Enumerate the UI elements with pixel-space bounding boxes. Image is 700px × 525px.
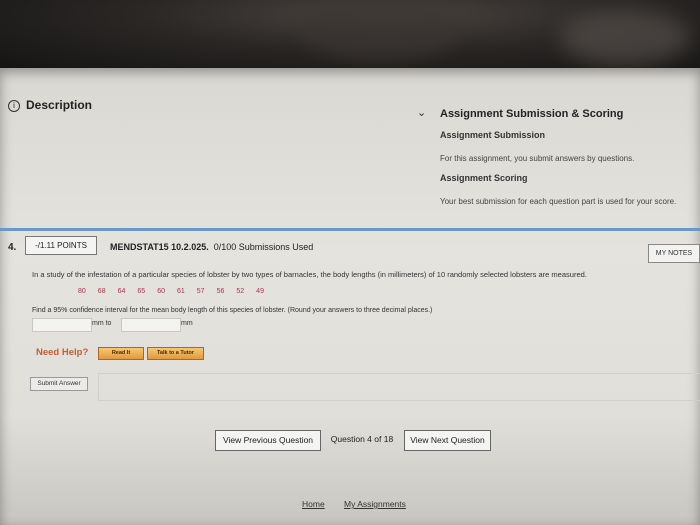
data-value: 61 — [176, 288, 185, 295]
data-value: 57 — [196, 288, 205, 295]
question-code: MENDSTAT15 10.2.025. — [110, 242, 209, 252]
question-number: 4. — [8, 242, 17, 253]
scoring-title: Assignment Submission & Scoring — [440, 108, 624, 120]
photo-blur — [560, 10, 690, 65]
question-divider — [0, 228, 700, 231]
unit-mm-label: mm — [181, 320, 193, 327]
description-toggle[interactable]: i Description — [8, 98, 92, 112]
info-circle-icon: i — [8, 99, 20, 112]
home-link[interactable]: Home — [302, 499, 325, 509]
lower-bound-input[interactable] — [32, 318, 92, 332]
read-it-button[interactable]: Read It — [98, 347, 144, 360]
submission-text: For this assignment, you submit answers … — [440, 154, 635, 163]
my-assignments-link[interactable]: My Assignments — [344, 499, 406, 509]
chevron-down-icon[interactable]: ⌄ — [417, 106, 426, 119]
question-header: MENDSTAT15 10.2.025. 0/100 Submissions U… — [110, 242, 313, 252]
submission-area — [98, 373, 700, 401]
my-notes-button[interactable]: MY NOTES — [648, 244, 700, 263]
upper-bound-input[interactable] — [121, 318, 181, 332]
submission-heading: Assignment Submission — [440, 130, 546, 140]
unit-to-label: mm to — [92, 320, 112, 327]
view-previous-question-button[interactable]: View Previous Question — [215, 430, 321, 451]
data-values: 80 68 64 65 60 61 57 56 52 49 — [78, 288, 276, 295]
data-value: 49 — [256, 288, 264, 295]
points-badge: -/1.11 POINTS — [25, 236, 97, 255]
data-value: 64 — [117, 288, 126, 295]
data-value: 60 — [157, 288, 165, 295]
talk-to-tutor-button[interactable]: Talk to a Tutor — [147, 347, 204, 360]
scoring-heading: Assignment Scoring — [440, 173, 528, 183]
view-next-question-button[interactable]: View Next Question — [404, 430, 491, 451]
need-help-label: Need Help? — [36, 347, 89, 358]
scoring-text: Your best submission for each question p… — [440, 197, 677, 206]
data-value: 80 — [78, 288, 86, 295]
description-label: Description — [26, 98, 93, 112]
find-instruction: Find a 95% confidence interval for the m… — [32, 307, 433, 314]
data-value: 52 — [236, 288, 245, 295]
data-value: 56 — [216, 288, 225, 295]
submit-answer-button[interactable]: Submit Answer — [30, 377, 88, 391]
photo-blur — [300, 0, 460, 60]
assignment-scoring-panel: Assignment Submission & Scoring Assignme… — [436, 108, 700, 224]
question-text: In a study of the infestation of a parti… — [32, 270, 587, 279]
submissions-used: 0/100 Submissions Used — [213, 242, 314, 252]
data-value: 65 — [137, 288, 146, 295]
question-position: Question 4 of 18 — [330, 434, 394, 444]
data-value: 68 — [97, 288, 106, 295]
